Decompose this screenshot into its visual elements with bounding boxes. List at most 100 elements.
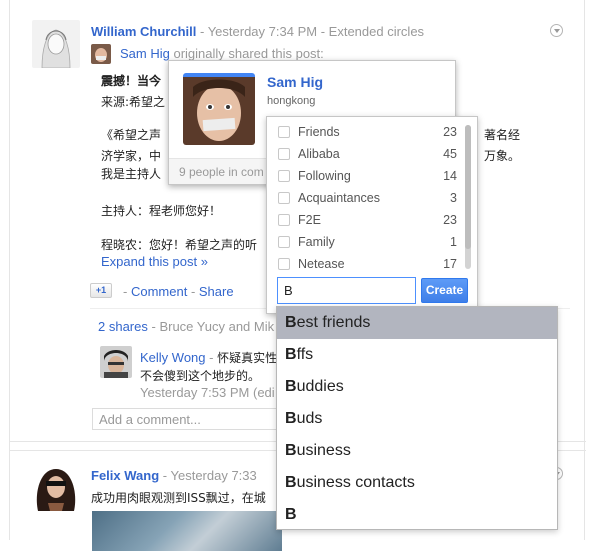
circle-row[interactable]: Following 14 — [267, 165, 463, 187]
circle-name: Alibaba — [298, 147, 340, 161]
post-body-line: 《希望之声 — [101, 128, 162, 142]
suggestion-item[interactable]: B — [277, 499, 557, 531]
circle-row[interactable]: Alibaba 45 — [267, 143, 463, 165]
post-actions: - Comment - Share — [123, 284, 234, 299]
circle-checkbox[interactable] — [278, 126, 290, 138]
suggestion-item[interactable]: Business — [277, 435, 557, 467]
reshare-line: Sam Hig originally shared this post: — [120, 46, 324, 61]
circle-count: 23 — [443, 125, 457, 139]
circle-list-scrollbar[interactable] — [465, 125, 471, 269]
timestamp[interactable]: Yesterday 7:34 PM — [208, 24, 317, 39]
separator: - — [199, 24, 205, 39]
comment-author[interactable]: Kelly Wong — [140, 350, 206, 365]
suggestion-item[interactable]: Business contacts — [277, 467, 557, 499]
post-header: Felix Wang - Yesterday 7:33 — [91, 468, 257, 483]
circle-suggestions-dropdown: Best friends Bffs Buddies Buds Business Busin… — [276, 306, 558, 530]
circle-checkbox[interactable] — [278, 148, 290, 160]
post-photo[interactable] — [92, 511, 282, 551]
suggestion-item[interactable]: Buddies — [277, 371, 557, 403]
post-body-line: 我是主持人 — [101, 167, 162, 181]
circle-picker: Friends 23 Alibaba 45 Following 14 Acquaintanc… — [266, 116, 478, 314]
circle-count: 23 — [443, 213, 457, 227]
suggestion-item[interactable]: Bffs — [277, 339, 557, 371]
timestamp[interactable]: Yesterday 7:33 — [171, 468, 257, 483]
circle-row[interactable]: Family 1 — [267, 231, 463, 253]
circle-checkbox[interactable] — [278, 258, 290, 270]
hovercard-location: hongkong — [267, 95, 316, 107]
circle-name: F2E — [298, 213, 321, 227]
suggestion-match: B — [285, 474, 297, 491]
suggestion-rest: usiness — [296, 442, 351, 459]
separator: - — [320, 24, 326, 39]
circle-checkbox[interactable] — [278, 170, 290, 182]
suggestion-rest: ffs — [296, 346, 314, 363]
circle-row[interactable]: Acquaintances 3 — [267, 187, 463, 209]
expand-post-link[interactable]: Expand this post » — [101, 254, 208, 269]
suggestion-match: B — [285, 442, 297, 459]
circle-count: 45 — [443, 147, 457, 161]
circle-count: 17 — [443, 257, 457, 271]
reshare-author[interactable]: Sam Hig — [120, 46, 170, 61]
post-body-line: 来源:希望之 — [101, 95, 166, 109]
comment-timestamp[interactable]: Yesterday 7:53 PM — [140, 385, 249, 400]
circle-name: Friends — [298, 125, 340, 139]
circle-count: 14 — [443, 169, 457, 183]
circle-checkbox[interactable] — [278, 214, 290, 226]
suggestion-match: B — [285, 378, 297, 395]
author-name[interactable]: Felix Wang — [91, 468, 159, 483]
suggestion-rest: uddies — [296, 378, 344, 395]
suggestion-rest: usiness contacts — [296, 474, 415, 491]
visibility[interactable]: Extended circles — [329, 24, 424, 39]
suggestion-rest: uds — [296, 410, 323, 427]
create-circle-button[interactable]: Create — [421, 278, 468, 303]
reshare-avatar[interactable] — [91, 44, 111, 64]
circle-list: Friends 23 Alibaba 45 Following 14 Acquaintanc… — [267, 121, 463, 271]
comment-text: 怀疑真实性 — [217, 351, 278, 365]
suggestion-item[interactable]: Buds — [277, 403, 557, 435]
share-link[interactable]: Share — [199, 284, 234, 299]
comment-link[interactable]: Comment — [131, 284, 187, 299]
plus-one-button[interactable]: +1 — [90, 283, 112, 298]
shares-line: 2 shares - Bruce Yucy and Mik — [98, 319, 275, 334]
circle-name: Following — [298, 169, 351, 183]
post-body-line: 主持人：程老师您好！ — [101, 204, 222, 218]
suggestion-item[interactable]: Best friends — [277, 307, 557, 339]
circle-checkbox[interactable] — [278, 192, 290, 204]
add-comment-input[interactable]: Add a comment... — [92, 408, 292, 430]
circle-row[interactable]: Netease 17 — [267, 253, 463, 271]
circle-count: 1 — [450, 235, 457, 249]
scrollbar-thumb[interactable] — [465, 125, 471, 249]
new-circle-input[interactable] — [277, 277, 416, 304]
suggestion-match: B — [285, 314, 297, 331]
author-avatar[interactable] — [32, 463, 80, 511]
suggestion-match: B — [285, 506, 297, 523]
comment-line: Kelly Wong - 怀疑真实性 — [140, 350, 278, 365]
post-body-line: 济学家，中 — [101, 149, 162, 163]
shares-count[interactable]: 2 shares — [98, 319, 148, 334]
comment-text: 不会傻到这个地步的。 — [140, 369, 261, 383]
post-menu-chevron-icon[interactable] — [550, 24, 563, 37]
author-name[interactable]: William Churchill — [91, 24, 196, 39]
reshare-text: originally shared this post: — [173, 46, 324, 61]
circle-row[interactable]: F2E 23 — [267, 209, 463, 231]
comment-timestamp-line: Yesterday 7:53 PM (edi — [140, 385, 275, 400]
circle-name: Acquaintances — [298, 191, 381, 205]
post-body-line: 程晓农：您好！希望之声的听 — [101, 238, 258, 252]
suggestion-match: B — [285, 346, 297, 363]
circle-name: Family — [298, 235, 335, 249]
circle-checkbox[interactable] — [278, 236, 290, 248]
circle-row[interactable]: Friends 23 — [267, 121, 463, 143]
post-body-line: 震撼！当今 — [101, 74, 162, 88]
shares-names[interactable]: Bruce Yucy and Mik — [159, 319, 274, 334]
profile-photo[interactable] — [183, 73, 255, 145]
post-body-line: 著名经 — [484, 128, 521, 142]
author-avatar[interactable] — [32, 20, 80, 68]
hovercard-name[interactable]: Sam Hig — [267, 74, 323, 90]
commenter-avatar[interactable] — [100, 346, 132, 378]
post-header: William Churchill - Yesterday 7:34 PM - … — [91, 24, 424, 39]
circle-count: 3 — [450, 191, 457, 205]
suggestion-match: B — [285, 410, 297, 427]
circle-name: Netease — [298, 257, 345, 271]
suggestion-rest: est friends — [296, 314, 371, 331]
post-body-line: 成功用肉眼观测到ISS飘过，在城 — [91, 491, 266, 505]
